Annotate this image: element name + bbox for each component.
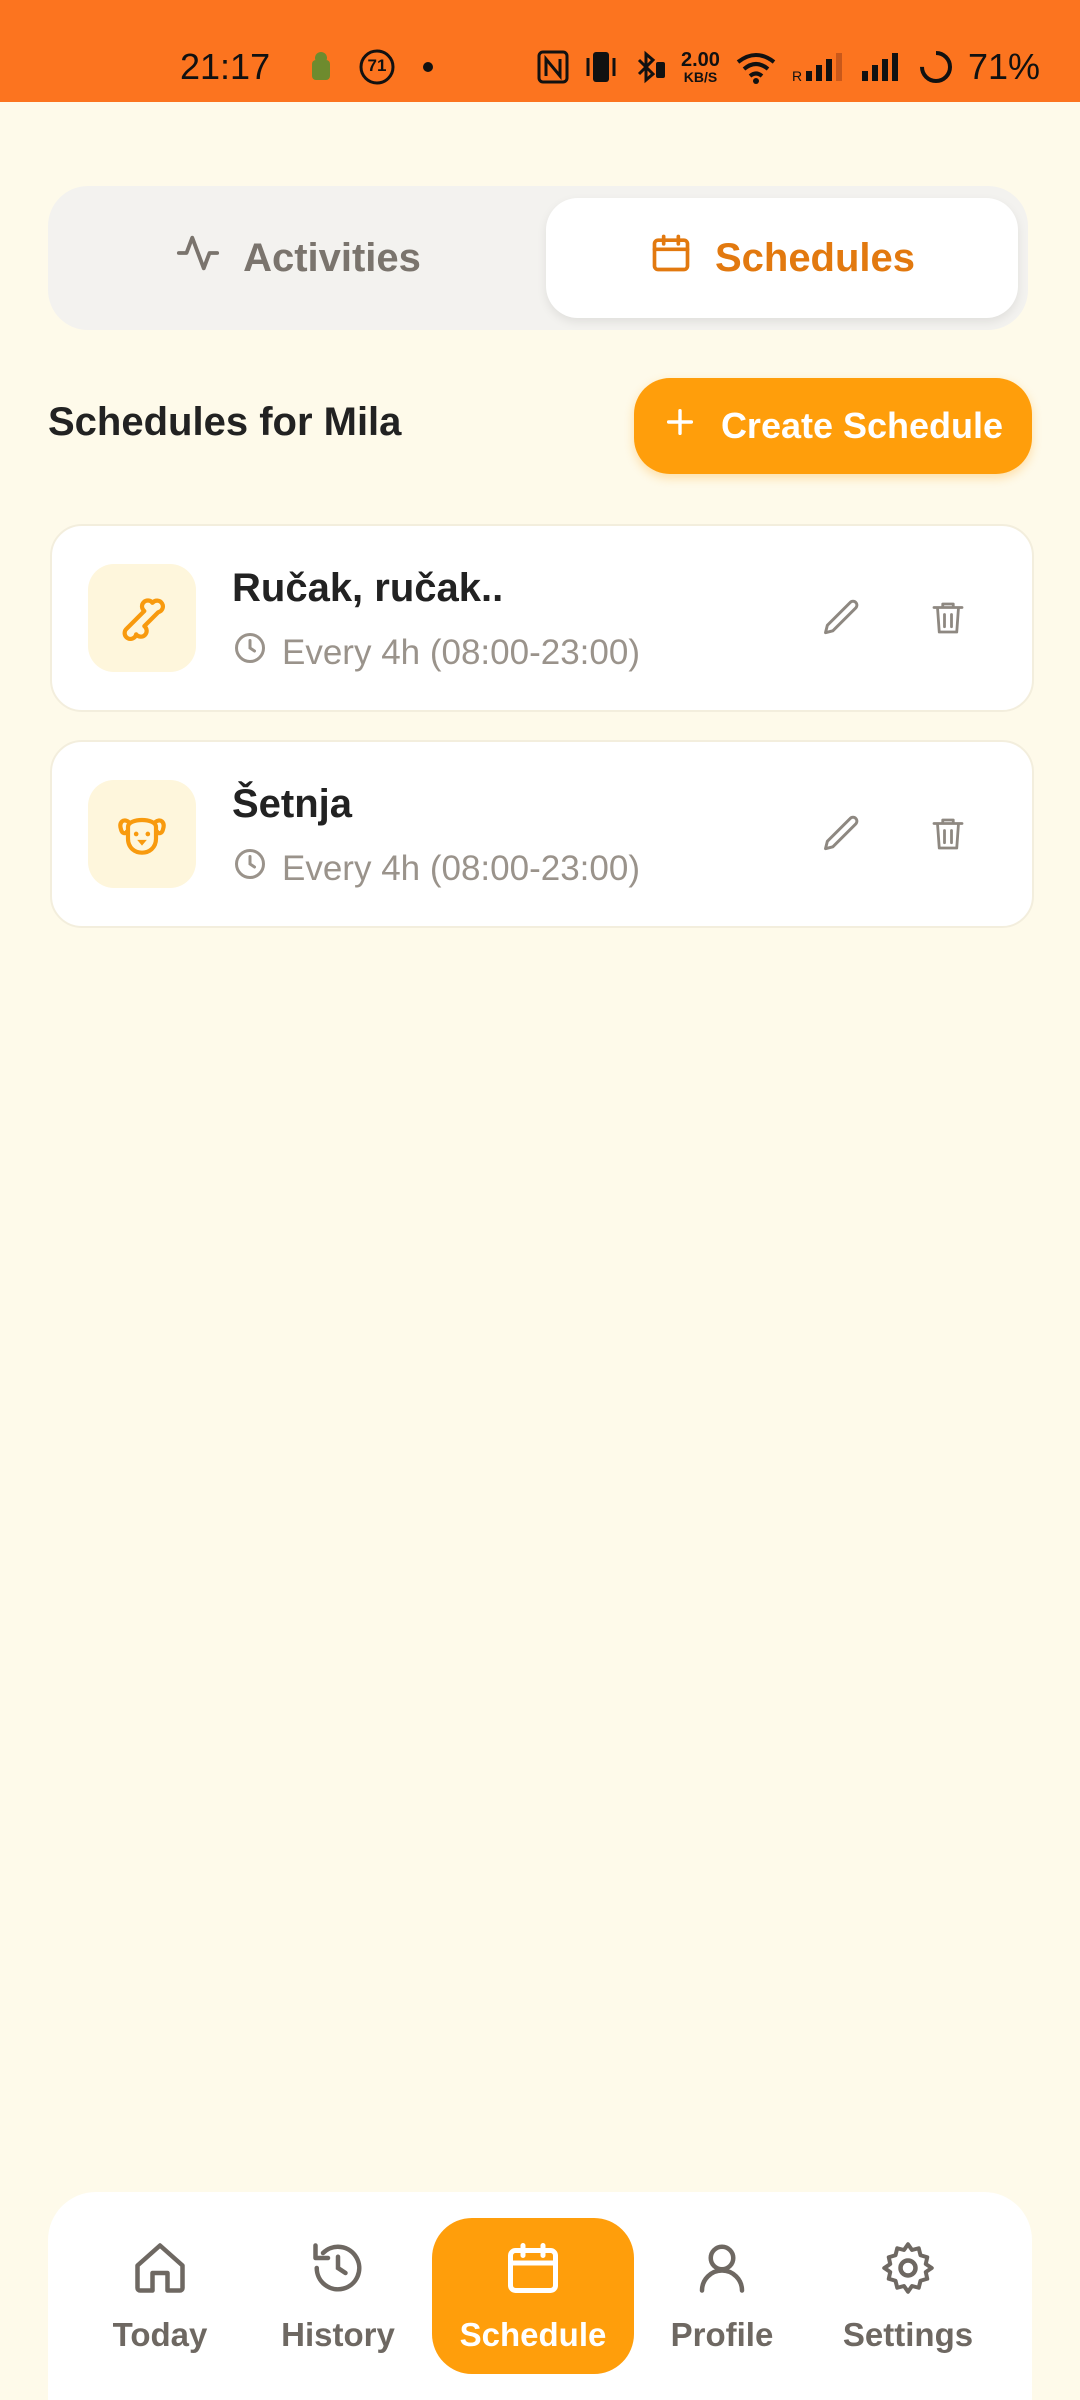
- plus-icon: [663, 405, 697, 448]
- tab-activities-label: Activities: [243, 235, 421, 280]
- nav-schedule-label: Schedule: [459, 2316, 607, 2353]
- signal-icon-2: [860, 51, 904, 83]
- nav-settings[interactable]: Settings: [838, 2218, 978, 2374]
- activity-icon: [175, 230, 221, 286]
- nav-today-label: Today: [112, 2316, 208, 2353]
- pencil-icon: [820, 596, 864, 645]
- notification-badge-icon: 71: [358, 48, 396, 86]
- dog-icon: [88, 780, 196, 888]
- delete-button[interactable]: [918, 806, 978, 866]
- nfc-icon: [537, 50, 569, 84]
- nav-profile[interactable]: Profile: [662, 2218, 782, 2374]
- network-speed: 2.00 KB/S: [681, 49, 720, 85]
- home-icon: [130, 2238, 190, 2306]
- nav-today[interactable]: Today: [100, 2218, 220, 2374]
- nav-settings-label: Settings: [842, 2316, 974, 2353]
- vibrate-icon: [583, 50, 619, 84]
- bottom-navigation: Today History Schedule Profile Settings: [48, 2192, 1032, 2400]
- dot-icon: [422, 61, 434, 73]
- signal-icon-1: R: [792, 51, 846, 83]
- history-icon: [308, 2238, 368, 2306]
- schedule-card[interactable]: Ručak, ručak.. Every 4h (08:00-23:00): [50, 524, 1034, 712]
- trash-icon: [927, 597, 969, 644]
- pencil-icon: [820, 812, 864, 861]
- bone-icon: [88, 564, 196, 672]
- nav-schedule[interactable]: Schedule: [432, 2218, 634, 2374]
- clock-icon: [232, 846, 268, 891]
- schedule-frequency: Every 4h (08:00-23:00): [282, 632, 640, 672]
- svg-text:R: R: [792, 68, 802, 83]
- status-bar: 21:17 71 2.00 KB/S R 71%: [0, 0, 1080, 102]
- create-schedule-label: Create Schedule: [720, 405, 1004, 446]
- android-icon: [310, 52, 332, 82]
- create-schedule-button[interactable]: Create Schedule: [634, 378, 1032, 474]
- bluetooth-icon: [633, 50, 667, 84]
- edit-button[interactable]: [812, 806, 872, 866]
- nav-history-label: History: [281, 2316, 395, 2353]
- clock-icon: [232, 630, 268, 675]
- calendar-icon: [503, 2238, 563, 2306]
- delete-button[interactable]: [918, 590, 978, 650]
- status-time: 21:17: [180, 46, 271, 87]
- nav-profile-label: Profile: [670, 2316, 774, 2353]
- battery-icon: [918, 49, 954, 85]
- notification-badge-number: 71: [367, 56, 387, 75]
- edit-button[interactable]: [812, 590, 872, 650]
- schedule-card[interactable]: Šetnja Every 4h (08:00-23:00): [50, 740, 1034, 928]
- schedule-title: Ručak, ručak..: [232, 566, 504, 610]
- battery-level: 71%: [967, 46, 1040, 87]
- tab-schedules[interactable]: Schedules: [546, 198, 1018, 318]
- tab-schedules-label: Schedules: [714, 235, 916, 280]
- schedule-frequency: Every 4h (08:00-23:00): [282, 848, 640, 888]
- gear-icon: [878, 2238, 938, 2306]
- view-switcher: Activities Schedules: [48, 186, 1028, 330]
- calendar-icon: [649, 231, 693, 285]
- user-icon: [692, 2238, 752, 2306]
- wifi-icon: [734, 50, 778, 84]
- schedule-title: Šetnja: [232, 782, 353, 826]
- page-title: Schedules for Mila: [48, 400, 402, 444]
- tab-activities[interactable]: Activities: [60, 198, 536, 318]
- trash-icon: [927, 813, 969, 860]
- nav-history[interactable]: History: [274, 2218, 402, 2374]
